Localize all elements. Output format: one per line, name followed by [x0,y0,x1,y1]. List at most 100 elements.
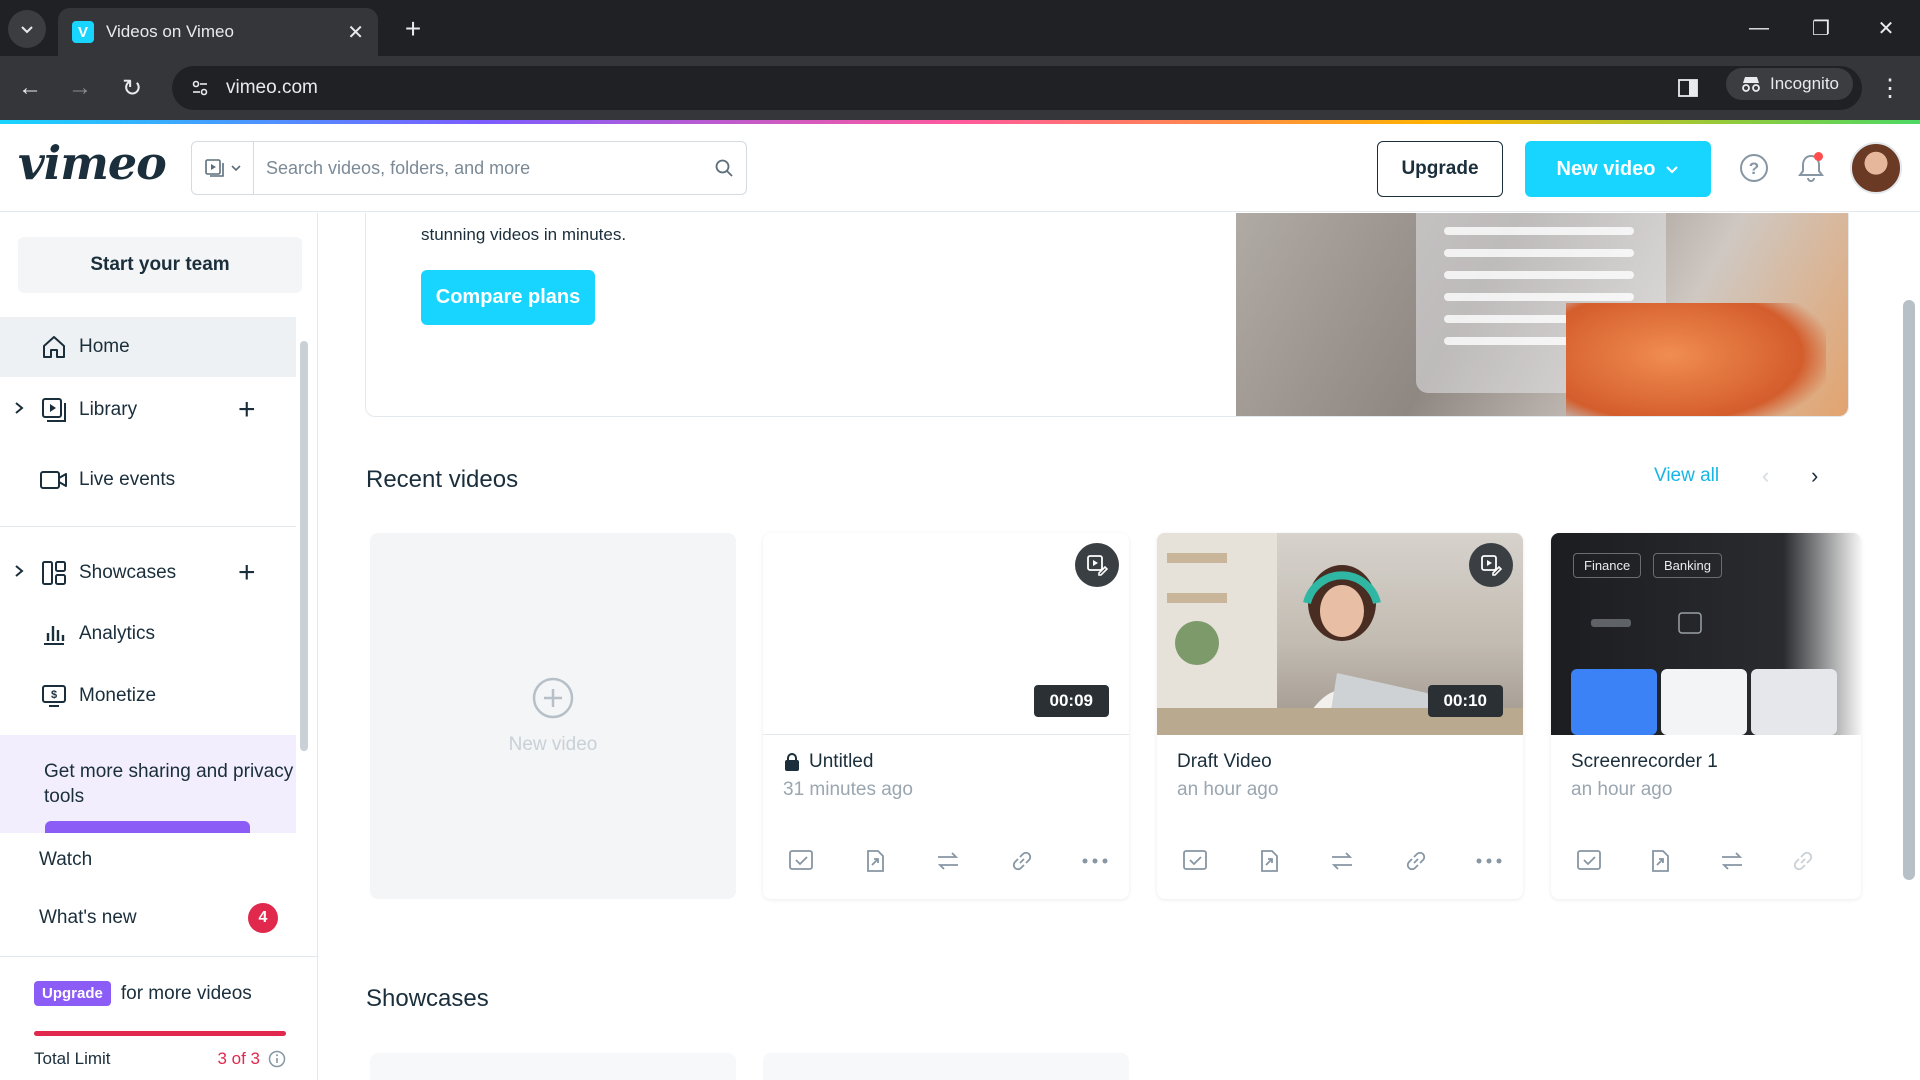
forward-button[interactable]: → [62,70,98,106]
search-input[interactable] [254,157,702,179]
new-video-button[interactable]: New video [1525,141,1711,197]
sidebar-scrollbar[interactable] [300,341,308,751]
watch-link[interactable]: Watch [39,849,92,871]
new-video-card[interactable]: New video [370,533,736,899]
help-icon[interactable]: ? [1734,148,1774,188]
svg-text:?: ? [1749,159,1759,178]
vimeo-header: vimeo Upgrade New video ? [0,124,1920,212]
share-icon[interactable] [1642,843,1678,879]
share-icon[interactable] [857,843,893,879]
add-showcase-icon[interactable]: + [238,556,256,590]
chevron-right-icon[interactable] [12,562,26,584]
start-your-team-button[interactable]: Start your team [18,237,302,293]
upgrade-banner: stunning videos in minutes. Compare plan… [365,213,1849,417]
new-video-card-label: New video [508,734,598,755]
site-info-icon[interactable] [180,68,220,108]
total-limit-label: Total Limit [34,1049,111,1068]
edit-video-icon[interactable] [1469,543,1513,587]
replace-icon[interactable] [1714,843,1750,879]
compare-plans-button[interactable]: Compare plans [421,270,595,325]
search-box [191,141,747,195]
view-all-link[interactable]: View all [1654,465,1719,487]
copy-link-icon[interactable] [1004,843,1040,879]
replace-icon[interactable] [930,843,966,879]
video-title[interactable]: Screenrecorder 1 [1571,751,1718,773]
notifications-bell-icon[interactable] [1791,148,1831,188]
browser-menu-icon[interactable]: ⋮ [1872,70,1908,106]
upgrade-chip[interactable]: Upgrade [34,981,111,1006]
video-actions [1571,843,1821,879]
tab-title: Videos on Vimeo [106,22,234,41]
tab-close-icon[interactable]: ✕ [347,20,364,45]
page-scrollbar-thumb[interactable] [1903,300,1915,880]
carousel-prev-icon[interactable]: ‹ [1762,463,1769,489]
video-title[interactable]: Draft Video [1177,751,1272,773]
info-icon[interactable] [268,1050,286,1068]
sidebar-item-library[interactable]: Library + [0,380,296,440]
user-avatar[interactable] [1850,142,1902,194]
side-panel-icon[interactable] [1670,70,1706,106]
minimize-button[interactable]: — [1735,10,1783,46]
library-icon [38,394,70,426]
upgrade-button[interactable]: Upgrade [1377,141,1503,197]
chevron-down-icon [230,165,241,172]
new-tab-button[interactable]: + [396,12,430,46]
tab-search-button[interactable] [8,10,46,48]
carousel-next-icon[interactable]: › [1811,463,1818,489]
video-thumbnail[interactable]: Finance Banking [1551,533,1861,735]
sharing-promo: Get more sharing and privacy tools [0,735,296,833]
showcase-card[interactable] [370,1053,736,1080]
search-type-selector[interactable] [192,142,254,194]
more-options-icon[interactable] [1471,843,1507,879]
sidebar-item-monetize[interactable]: $ Monetize [0,666,296,726]
browser-toolbar: ← → ↻ vimeo.com Incognito ⋮ [0,56,1920,120]
video-card[interactable]: 00:10 Draft Video an hour ago [1157,533,1523,899]
review-icon[interactable] [1571,843,1607,879]
address-bar[interactable]: vimeo.com [172,66,1862,110]
share-icon[interactable] [1251,843,1287,879]
incognito-indicator[interactable]: Incognito [1726,68,1853,100]
chevron-right-icon[interactable] [12,399,26,421]
sidebar-item-label: Library [79,399,138,420]
video-thumbnail[interactable]: 00:09 [763,533,1129,735]
banner-text: stunning videos in minutes. [421,225,627,244]
restore-button[interactable]: ❐ [1797,10,1845,46]
review-icon[interactable] [783,843,819,879]
notification-dot [1814,152,1823,161]
showcase-card[interactable] [763,1053,1129,1080]
incognito-label: Incognito [1770,74,1839,93]
close-window-button[interactable]: ✕ [1862,10,1910,46]
sidebar-item-live-events[interactable]: Live events [0,450,296,510]
banner-image-line [1444,293,1634,301]
edit-video-icon[interactable] [1075,543,1119,587]
browser-tab[interactable]: V Videos on Vimeo ✕ [58,8,378,56]
video-duration: 00:09 [1033,685,1109,717]
reload-button[interactable]: ↻ [114,70,150,106]
monetize-icon: $ [38,680,70,712]
review-icon[interactable] [1177,843,1213,879]
lock-icon [785,753,799,771]
promo-cta-button[interactable] [45,821,250,833]
video-thumbnail[interactable]: 00:10 [1157,533,1523,735]
copy-link-icon[interactable] [1398,843,1434,879]
video-duration: 00:10 [1427,685,1503,717]
banner-image [1236,213,1848,416]
sidebar-item-showcases[interactable]: Showcases + [0,543,296,603]
sidebar-item-home[interactable]: Home [0,317,296,377]
sidebar-item-label: Home [79,336,130,357]
video-title[interactable]: Untitled [809,751,873,773]
home-icon [38,331,70,363]
vimeo-logo[interactable]: vimeo [18,136,167,190]
back-button[interactable]: ← [12,70,48,106]
add-library-icon[interactable]: + [238,393,256,427]
banner-image-line [1444,227,1634,235]
replace-icon[interactable] [1324,843,1360,879]
video-time: an hour ago [1571,779,1673,800]
search-icon[interactable] [702,158,746,178]
whats-new-link[interactable]: What's new [39,907,137,929]
video-card[interactable]: Finance Banking Screenrecorder 1 an hour… [1551,533,1861,899]
sidebar-item-analytics[interactable]: Analytics [0,604,296,664]
video-card[interactable]: 00:09 Untitled 31 minutes ago [763,533,1129,899]
copy-link-icon[interactable] [1785,843,1821,879]
more-options-icon[interactable] [1077,843,1113,879]
